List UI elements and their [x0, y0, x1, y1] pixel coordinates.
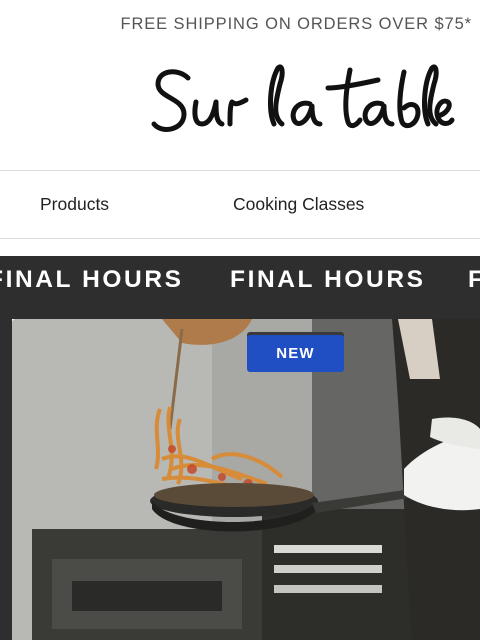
nav-cooking-classes[interactable]: Cooking Classes: [233, 171, 364, 238]
hero-banner[interactable]: NEW: [12, 319, 480, 640]
hero-left-edge: [0, 319, 12, 640]
marquee-item: F: [468, 266, 480, 293]
brand-logo[interactable]: [150, 60, 455, 144]
marquee-item: FINAL HOURS: [0, 266, 184, 293]
brand-logo-wordmark: [151, 64, 455, 132]
hero-image: [12, 319, 480, 640]
promo-text: FREE SHIPPING ON ORDERS OVER $75*: [120, 14, 472, 33]
main-nav: Products Cooking Classes: [0, 170, 480, 239]
promo-banner[interactable]: FREE SHIPPING ON ORDERS OVER $75*: [0, 0, 480, 48]
page: FREE SHIPPING ON ORDERS OVER $75* Produc…: [0, 0, 480, 640]
final-hours-marquee[interactable]: FINAL HOURS FINAL HOURS F: [0, 256, 480, 319]
nav-products[interactable]: Products: [40, 171, 109, 238]
marquee-item: FINAL HOURS: [230, 266, 426, 293]
new-badge: NEW: [247, 335, 344, 372]
